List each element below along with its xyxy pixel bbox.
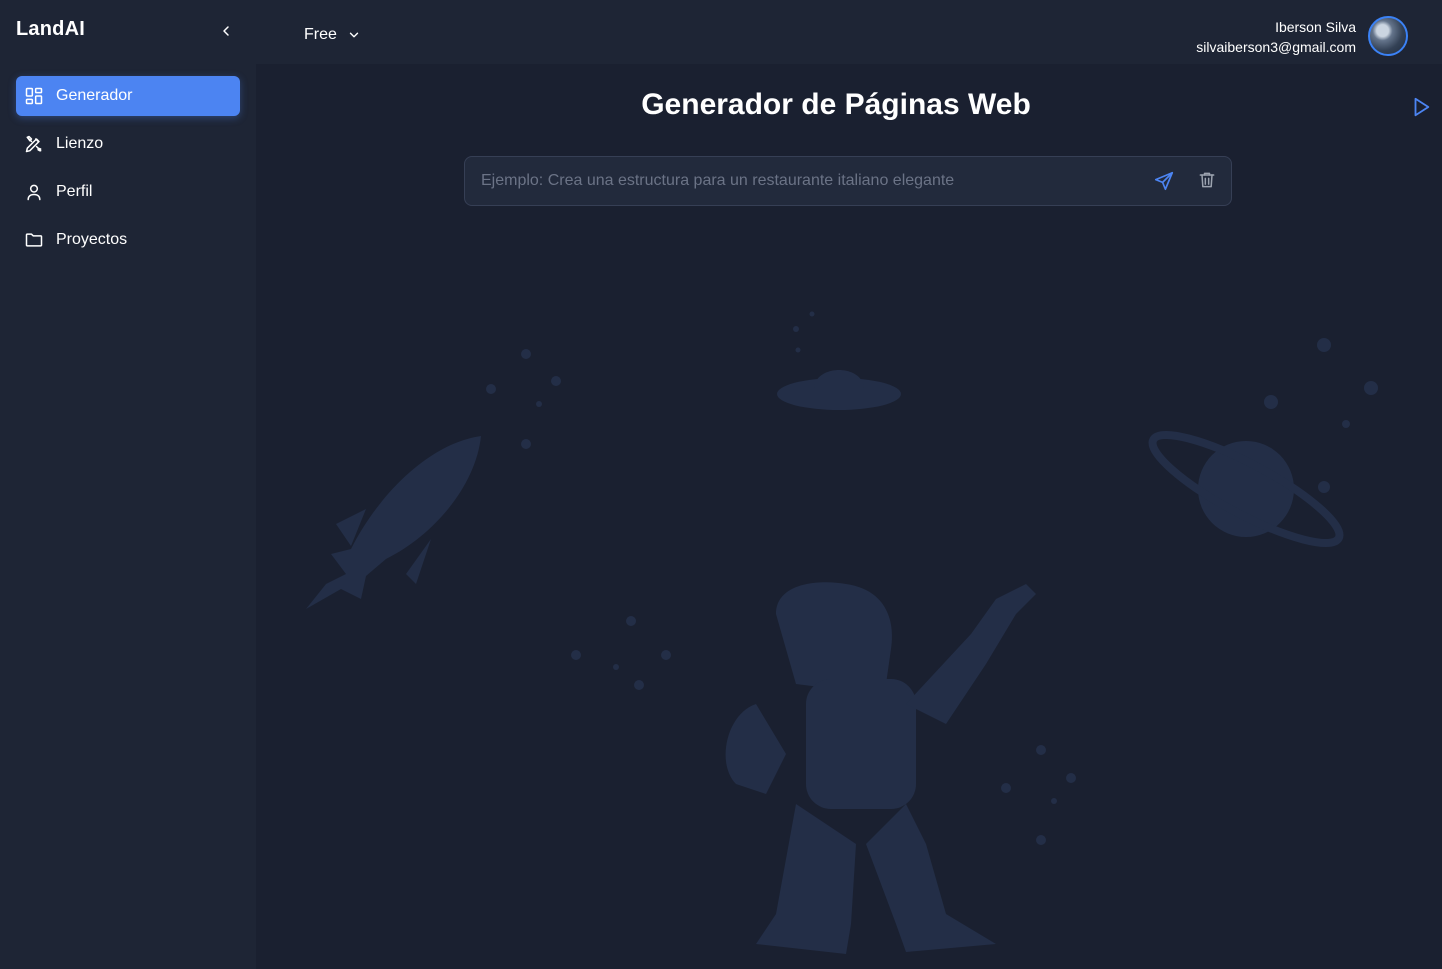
sidebar-item-generador[interactable]: Generador bbox=[16, 76, 240, 116]
plan-dropdown[interactable]: Free bbox=[304, 26, 361, 44]
play-icon bbox=[1414, 97, 1430, 117]
send-icon bbox=[1154, 171, 1174, 191]
user-icon bbox=[24, 182, 44, 202]
space-astronaut-illustration bbox=[306, 311, 1378, 954]
avatar[interactable] bbox=[1368, 16, 1408, 56]
trash-icon bbox=[1199, 172, 1215, 188]
top-header: Free Iberson Silva silvaiberson3@gmail.c… bbox=[256, 0, 1442, 64]
sidebar-item-label: Perfil bbox=[56, 183, 93, 200]
user-email: silvaiberson3@gmail.com bbox=[1196, 39, 1356, 55]
tools-icon bbox=[24, 134, 44, 154]
chevron-down-icon bbox=[347, 28, 361, 42]
sidebar-item-label: Generador bbox=[56, 87, 133, 104]
rocket-illustration bbox=[306, 436, 481, 609]
sidebar-nav: Generador Lienzo Perfil Proyectos bbox=[16, 76, 240, 268]
sidebar-item-lienzo[interactable]: Lienzo bbox=[16, 124, 240, 164]
folder-icon bbox=[24, 230, 44, 250]
main-content: Generador de Páginas Web bbox=[256, 64, 1442, 969]
user-info: Iberson Silva silvaiberson3@gmail.com bbox=[1196, 17, 1356, 57]
sidebar-item-label: Proyectos bbox=[56, 231, 128, 248]
sidebar-item-proyectos[interactable]: Proyectos bbox=[16, 220, 240, 260]
astronaut-illustration bbox=[725, 582, 1036, 954]
grid-icon bbox=[24, 86, 44, 106]
sidebar-item-perfil[interactable]: Perfil bbox=[16, 172, 240, 212]
prompt-box bbox=[464, 156, 1232, 206]
ufo-illustration bbox=[777, 311, 901, 410]
brand-logo: LandAI bbox=[16, 18, 85, 40]
plan-label: Free bbox=[304, 26, 337, 43]
page-title: Generador de Páginas Web bbox=[641, 88, 1031, 121]
user-name: Iberson Silva bbox=[1275, 19, 1356, 35]
stars-illustration bbox=[486, 338, 1378, 845]
chevron-left-icon bbox=[223, 26, 229, 36]
sidebar: LandAI Generador Lienzo Perfil Proyectos bbox=[0, 0, 256, 969]
run-button[interactable] bbox=[1410, 96, 1434, 120]
prompt-input[interactable] bbox=[465, 157, 1135, 205]
sidebar-item-label: Lienzo bbox=[56, 135, 104, 152]
send-button[interactable] bbox=[1153, 170, 1177, 194]
app-root: LandAI Generador Lienzo Perfil Proyectos… bbox=[0, 0, 1442, 969]
clear-button[interactable] bbox=[1197, 170, 1221, 194]
collapse-sidebar-button[interactable] bbox=[214, 19, 238, 43]
